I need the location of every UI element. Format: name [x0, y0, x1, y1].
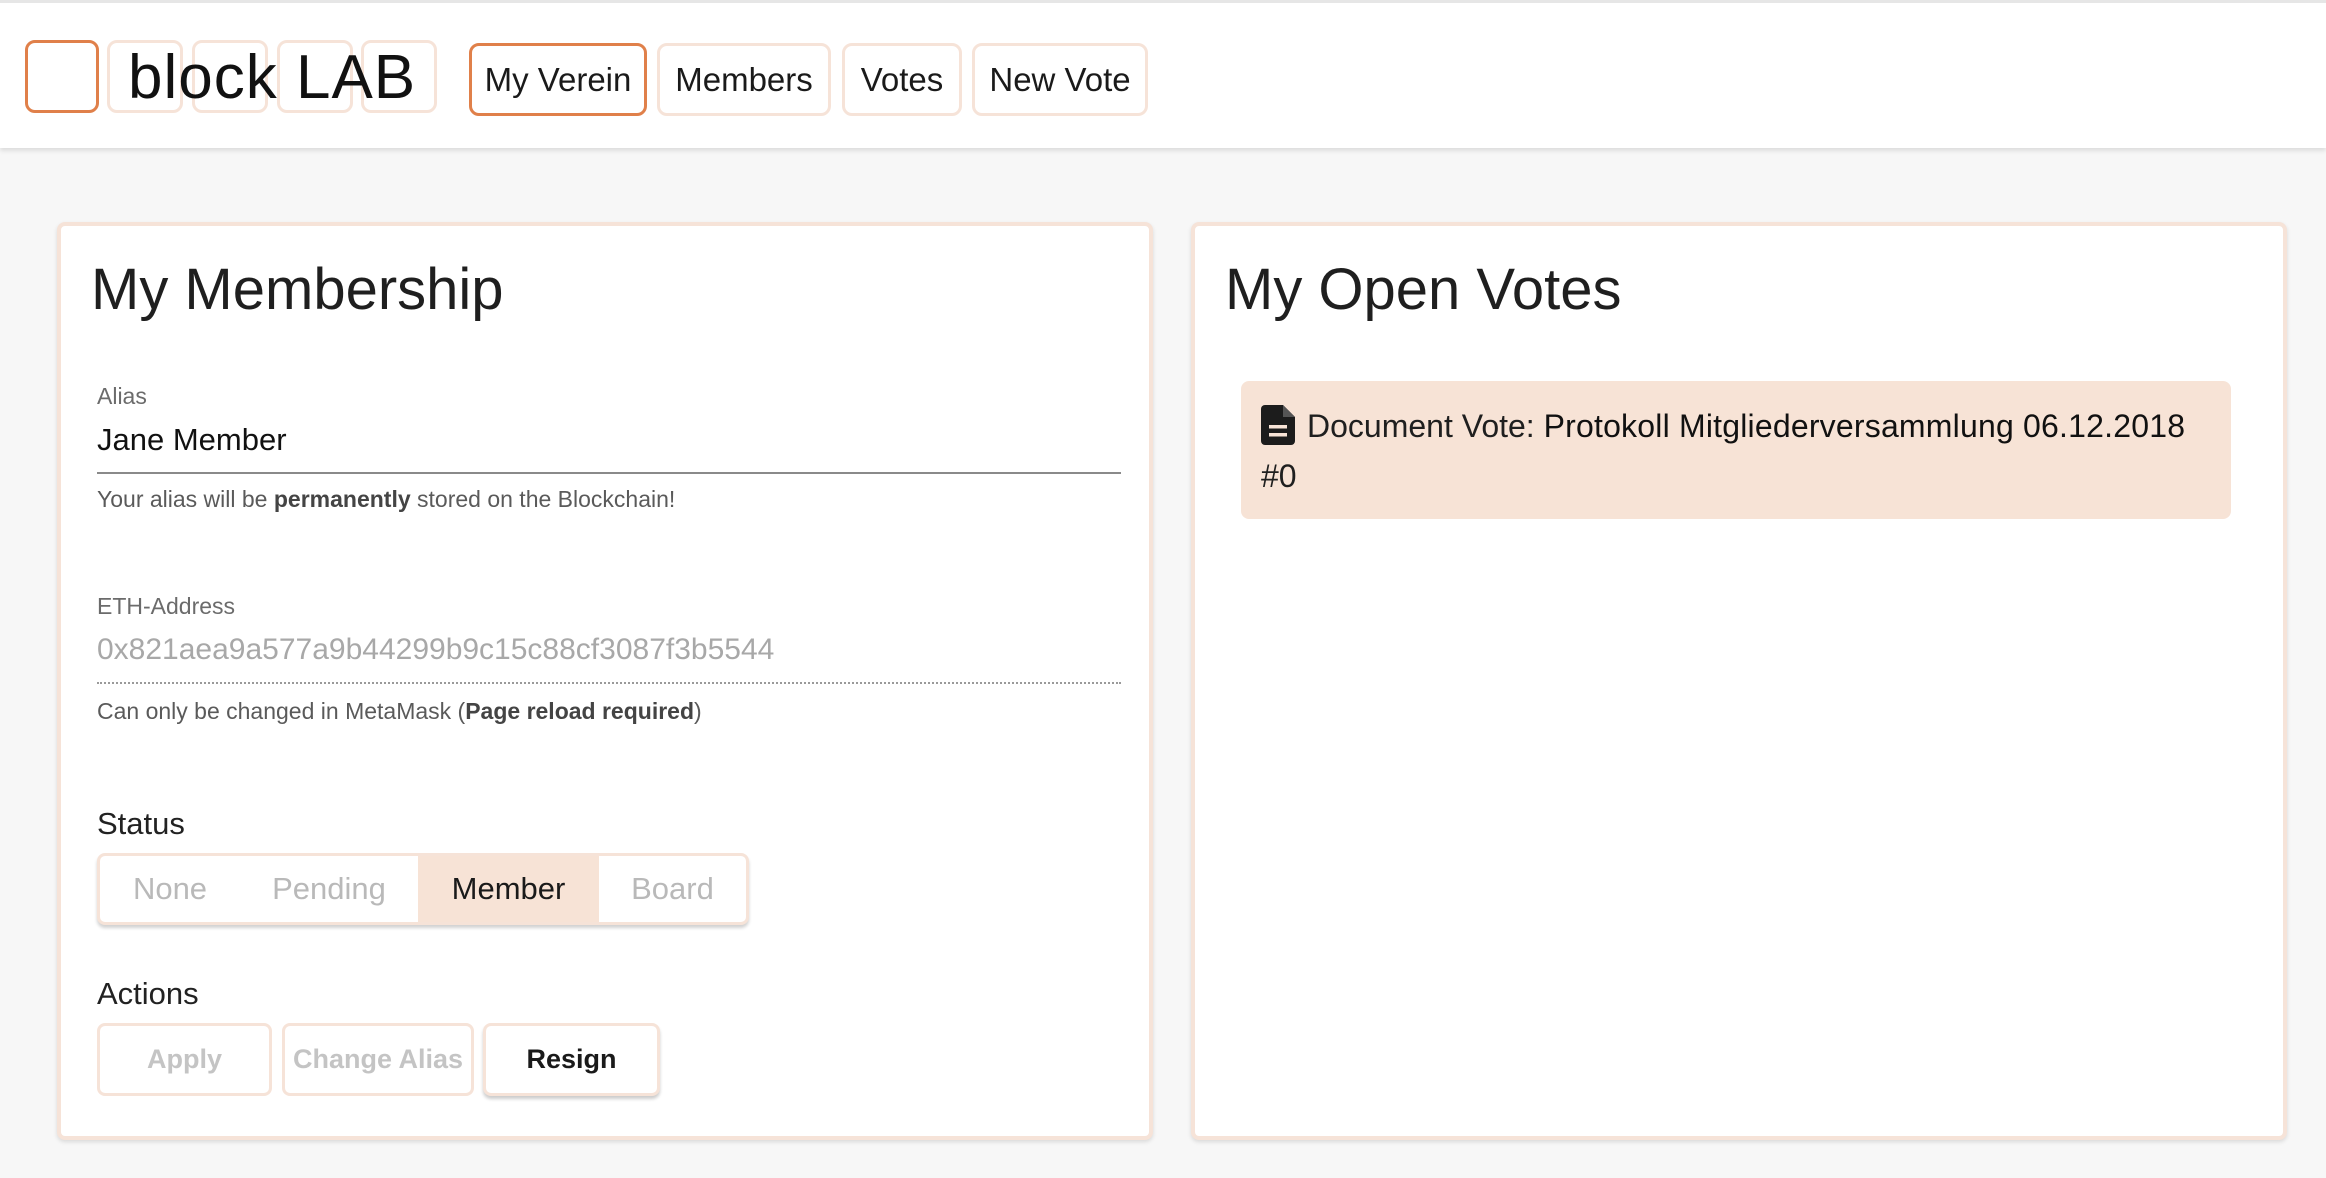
- change-alias-button[interactable]: Change Alias: [282, 1023, 474, 1096]
- app-logo-text[interactable]: block LAB: [128, 41, 416, 115]
- open-votes-card: My Open Votes Document Vote: Protokoll M…: [1191, 222, 2287, 1140]
- top-navigation-bar: block LAB My Verein Members Votes New Vo…: [0, 0, 2326, 148]
- status-option-board[interactable]: Board: [599, 856, 746, 922]
- actions-label: Actions: [97, 976, 199, 1011]
- apply-button[interactable]: Apply: [97, 1023, 272, 1096]
- alias-label: Alias: [97, 383, 147, 409]
- vote-type-label: Document Vote:: [1307, 408, 1544, 444]
- alias-hint: Your alias will be permanently stored on…: [97, 486, 676, 512]
- open-votes-title: My Open Votes: [1225, 257, 1622, 322]
- vote-id: #0: [1261, 458, 1297, 494]
- eth-address-underline: [97, 682, 1121, 684]
- nav-members[interactable]: Members: [657, 43, 831, 116]
- alias-input[interactable]: Jane Member: [97, 422, 287, 458]
- status-option-member[interactable]: Member: [418, 856, 599, 922]
- resign-button[interactable]: Resign: [483, 1023, 660, 1096]
- nav-my-verein[interactable]: My Verein: [469, 43, 647, 116]
- logo-block-icon[interactable]: [25, 40, 99, 113]
- nav-votes[interactable]: Votes: [842, 43, 962, 116]
- alias-underline: [97, 472, 1121, 474]
- eth-address-label: ETH-Address: [97, 593, 236, 619]
- status-label: Status: [97, 806, 185, 841]
- status-option-pending[interactable]: Pending: [240, 856, 418, 922]
- open-vote-item[interactable]: Document Vote: Protokoll Mitgliederversa…: [1241, 381, 2231, 519]
- membership-title: My Membership: [91, 257, 504, 322]
- vote-title: Protokoll Mitgliederversammlung 06.12.20…: [1543, 408, 2186, 444]
- document-icon: [1261, 405, 1295, 445]
- status-selector[interactable]: None Pending Member Board: [97, 853, 749, 925]
- nav-new-vote[interactable]: New Vote: [972, 43, 1148, 116]
- membership-card: My Membership Alias Jane Member Your ali…: [57, 222, 1153, 1140]
- eth-address-hint: Can only be changed in MetaMask (Page re…: [97, 698, 702, 724]
- status-option-none[interactable]: None: [100, 856, 240, 922]
- eth-address-field: 0x821aea9a577a9b44299b9c15c88cf3087f3b55…: [97, 633, 775, 666]
